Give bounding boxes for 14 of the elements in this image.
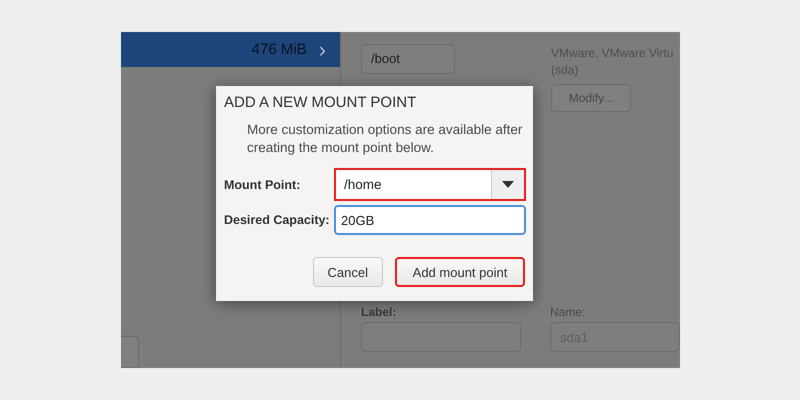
mount-point-combo[interactable]: /home — [334, 168, 526, 202]
mount-point-field[interactable]: /boot — [361, 44, 455, 74]
dialog-description: More customization options are available after creating the mount point below. — [247, 121, 524, 156]
label-label: Label: — [361, 305, 398, 319]
dropdown-icon — [502, 181, 514, 188]
field-label: Mount Point: — [224, 178, 302, 192]
capacity-field[interactable]: 20GB — [334, 205, 526, 236]
chevron-icon: › — [318, 38, 326, 60]
dialog-button[interactable]: Add mount point — [395, 257, 525, 288]
field-label: Desired Capacity: — [224, 213, 331, 228]
dialog-button[interactable]: Cancel — [312, 257, 383, 288]
partition-row[interactable]: 476 MiB › — [121, 32, 340, 67]
partial-button[interactable] — [121, 336, 139, 368]
dialog-title: ADD A NEW MOUNT POINT — [224, 94, 418, 111]
